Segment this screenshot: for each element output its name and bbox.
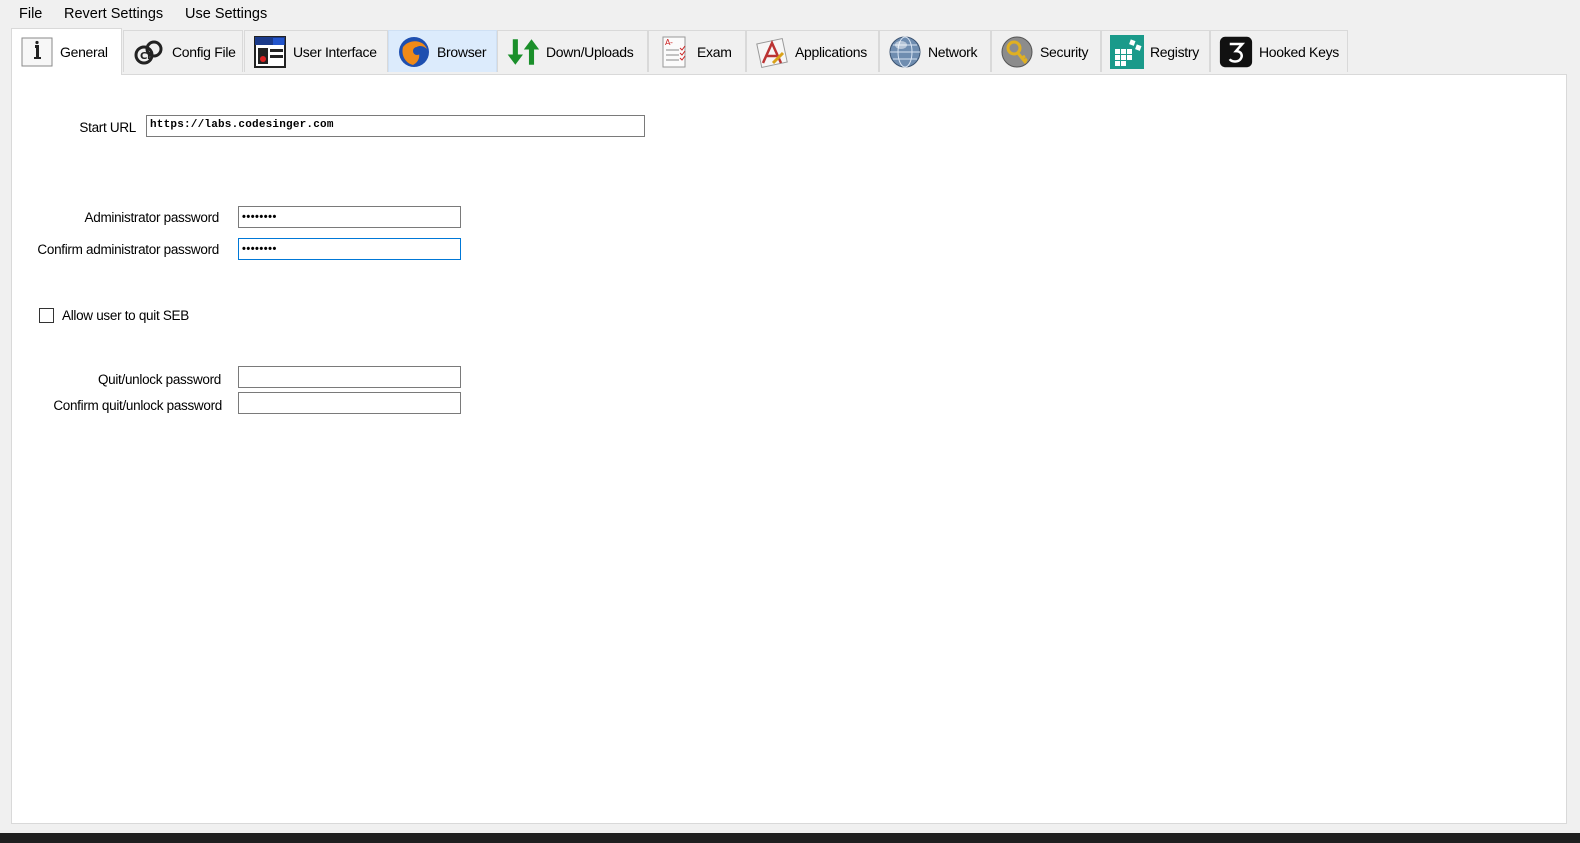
tab-general[interactable]: General xyxy=(11,28,122,75)
tab-user-interface[interactable]: User Interface xyxy=(244,30,388,72)
confirm-quit-password-label: Confirm quit/unlock password xyxy=(53,398,222,413)
tab-hooked-keys[interactable]: Hooked Keys xyxy=(1210,30,1348,72)
network-icon xyxy=(888,35,922,69)
tab-exam[interactable]: A- Exam xyxy=(648,30,746,72)
tab-label: Config File xyxy=(172,43,236,60)
allow-quit-label[interactable]: Allow user to quit SEB xyxy=(62,308,189,323)
browser-icon xyxy=(397,35,431,69)
config-file-icon: CF xyxy=(132,35,166,69)
menu-revert-settings[interactable]: Revert Settings xyxy=(64,6,163,22)
allow-quit-checkbox[interactable] xyxy=(39,308,54,323)
general-settings-panel: Start URL https://labs.codesinger.com Ad… xyxy=(11,74,1567,824)
tab-label: Exam xyxy=(697,43,732,60)
confirm-admin-password-input[interactable]: •••••••• xyxy=(238,238,461,260)
start-url-input[interactable]: https://labs.codesinger.com xyxy=(146,115,645,137)
quit-password-input[interactable] xyxy=(238,366,461,388)
tab-security[interactable]: Security xyxy=(991,30,1101,72)
admin-password-label: Administrator password xyxy=(84,210,220,225)
tab-browser[interactable]: Browser xyxy=(388,30,497,72)
svg-text:A-: A- xyxy=(665,38,673,47)
confirm-quit-password-input[interactable] xyxy=(238,392,461,414)
down-uploads-icon xyxy=(506,35,540,69)
svg-text:CF: CF xyxy=(140,51,154,62)
tab-label: Registry xyxy=(1150,43,1199,60)
start-url-label: Start URL xyxy=(79,120,136,135)
tab-label: General xyxy=(60,44,108,60)
quit-password-label: Quit/unlock password xyxy=(97,372,221,387)
menu-file[interactable]: File xyxy=(19,6,42,22)
general-info-icon xyxy=(20,35,54,69)
tab-label: Hooked Keys xyxy=(1259,43,1339,60)
tab-label: Browser xyxy=(437,43,487,60)
taskbar-edge xyxy=(0,833,1580,843)
tab-network[interactable]: Network xyxy=(879,30,991,72)
tab-label: Down/Uploads xyxy=(546,43,634,60)
hooked-keys-icon xyxy=(1219,35,1253,69)
menu-use-settings[interactable]: Use Settings xyxy=(185,6,267,22)
menu-bar: File Revert Settings Use Settings xyxy=(0,0,1580,28)
tab-registry[interactable]: Registry xyxy=(1101,30,1210,72)
registry-icon xyxy=(1110,34,1144,69)
tab-applications[interactable]: Applications xyxy=(746,30,879,72)
tab-down-uploads[interactable]: Down/Uploads xyxy=(497,30,648,72)
admin-password-input[interactable]: •••••••• xyxy=(238,206,461,228)
applications-icon xyxy=(755,35,789,69)
tab-label: Applications xyxy=(795,43,867,60)
exam-icon: A- xyxy=(657,35,691,69)
tab-label: Security xyxy=(1040,43,1089,60)
security-icon xyxy=(1000,35,1034,69)
tab-label: User Interface xyxy=(293,43,377,60)
settings-tabstrip: General CF Config File User Interface Br… xyxy=(11,28,1571,75)
user-interface-icon xyxy=(253,35,287,69)
tab-config-file[interactable]: CF Config File xyxy=(123,30,243,72)
confirm-admin-password-label: Confirm administrator password xyxy=(37,242,219,257)
tab-label: Network xyxy=(928,43,978,60)
